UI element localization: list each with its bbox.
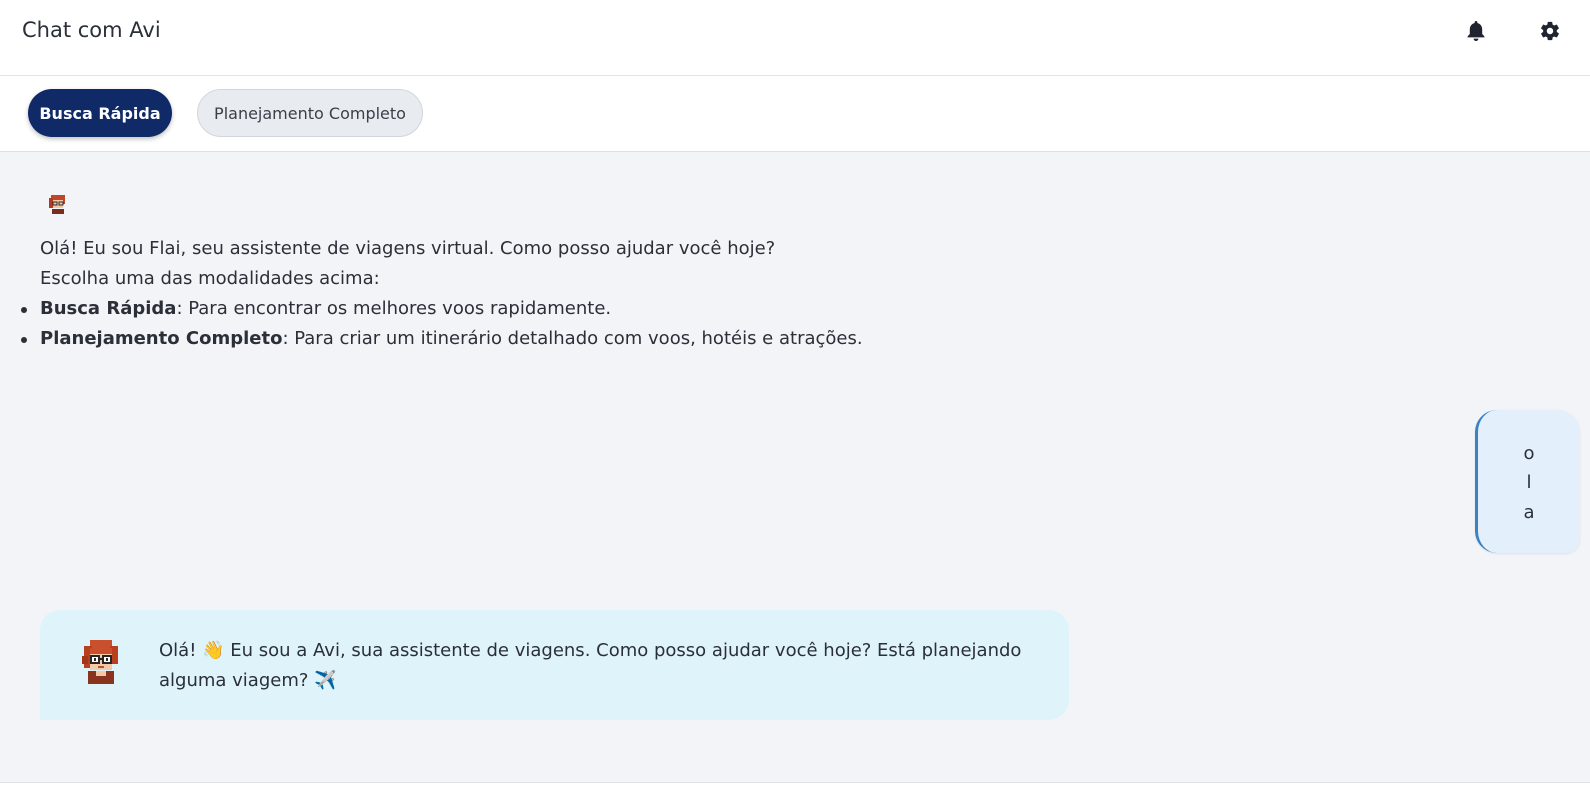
list-item-title: Planejamento Completo <box>40 328 283 349</box>
list-item-text: : Para encontrar os melhores voos rapida… <box>176 298 612 319</box>
welcome-line: Olá! Eu sou Flai, seu assistente de viag… <box>40 238 776 259</box>
top-header: Chat com Avi <box>0 0 1590 76</box>
avatar <box>82 640 118 684</box>
page-title: Chat com Avi <box>22 18 161 42</box>
user-message-char: o <box>1523 443 1535 464</box>
list-item-title: Busca Rápida <box>40 298 177 319</box>
input-bar[interactable] <box>0 782 1590 798</box>
quick-search-button[interactable]: Busca Rápida <box>28 89 172 137</box>
list-item-text: : Para criar um itinerário detalhado com… <box>282 328 863 349</box>
user-message-char: l <box>1526 472 1532 493</box>
avatar <box>49 195 65 214</box>
gear-icon[interactable] <box>1536 17 1564 45</box>
user-message-bubble: o l a <box>1475 410 1580 553</box>
bell-icon[interactable] <box>1462 17 1490 45</box>
list-item: Planejamento Completo: Para criar um iti… <box>21 324 863 354</box>
full-planning-button[interactable]: Planejamento Completo <box>197 89 423 137</box>
welcome-instruction: Escolha uma das modalidades acima: <box>40 268 380 289</box>
mode-list: Busca Rápida: Para encontrar os melhores… <box>21 294 863 354</box>
chat-app: Chat com Avi Busca Rápida Planejamento C… <box>0 0 1590 798</box>
list-item: Busca Rápida: Para encontrar os melhores… <box>21 294 863 324</box>
bot-message-text: Olá! 👋 Eu sou a Avi, sua assistente de v… <box>159 640 1022 691</box>
mode-selector: Busca Rápida Planejamento Completo <box>0 76 1590 152</box>
chat-area[interactable]: Olá! Eu sou Flai, seu assistente de viag… <box>0 152 1590 782</box>
bot-message-bubble: Olá! 👋 Eu sou a Avi, sua assistente de v… <box>40 610 1069 720</box>
user-message-char: a <box>1523 502 1535 523</box>
